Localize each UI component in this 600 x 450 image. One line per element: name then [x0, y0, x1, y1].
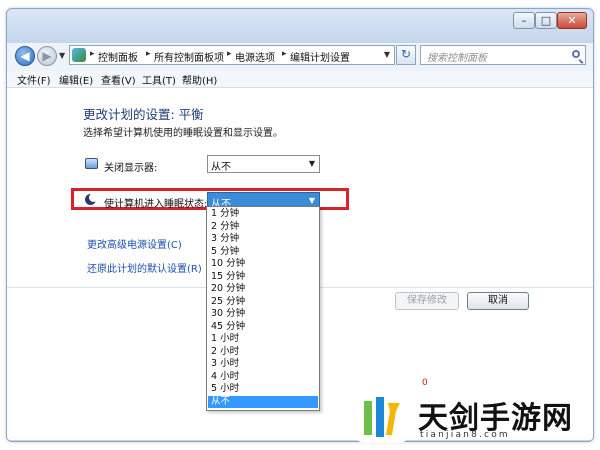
page-subtitle: 选择希望计算机使用的睡眠设置和显示设置。	[83, 128, 283, 139]
close-button[interactable]: ✕	[557, 12, 587, 29]
display-off-value: 从不	[211, 162, 231, 173]
dropdown-option[interactable]: 20 分钟	[208, 283, 318, 296]
advanced-power-settings-link[interactable]: 更改高级电源设置(C)	[87, 236, 182, 251]
chevron-down-icon: ▼	[308, 159, 315, 168]
back-button[interactable]: ◀	[15, 46, 35, 66]
breadcrumb-separator[interactable]: ▸	[90, 49, 95, 59]
menu-help[interactable]: 帮助(H)	[182, 72, 217, 87]
dropdown-option[interactable]: 5 小时	[208, 383, 318, 396]
dropdown-option[interactable]: 1 分钟	[208, 208, 318, 221]
display-off-label: 关闭显示器:	[104, 163, 158, 174]
dropdown-option[interactable]: 30 分钟	[208, 308, 318, 321]
display-off-select[interactable]: 从不 ▼	[207, 155, 320, 173]
refresh-button[interactable]: ↻	[396, 45, 416, 65]
save-button[interactable]: 保存修改	[395, 292, 459, 310]
search-box[interactable]: 搜索控制面板	[420, 45, 586, 65]
dropdown-option[interactable]: 3 小时	[208, 358, 318, 371]
maximize-button[interactable]: □	[535, 12, 557, 29]
menu-bar: 文件(F) 编辑(E) 查看(V) 工具(T) 帮助(H)	[7, 71, 593, 88]
breadcrumb-power-options[interactable]: 电源选项	[235, 49, 275, 64]
restore-defaults-link[interactable]: 还原此计划的默认设置(R)	[87, 260, 202, 275]
menu-view[interactable]: 查看(V)	[101, 72, 136, 87]
sleep-moon-icon	[85, 193, 98, 205]
breadcrumb-all-items[interactable]: 所有控制面板项	[154, 49, 224, 64]
dropdown-option[interactable]: 10 分钟	[208, 258, 318, 271]
dropdown-option[interactable]: 1 小时	[208, 333, 318, 346]
watermark-url: tianjian8.com	[420, 430, 510, 440]
forward-button[interactable]: ▶	[37, 46, 57, 66]
title-bar: – □ ✕	[7, 9, 593, 43]
watermark-logo-icon	[356, 391, 408, 443]
page-title: 更改计划的设置: 平衡	[83, 107, 204, 122]
cancel-button[interactable]: 取消	[467, 292, 529, 310]
dropdown-option[interactable]: 5 分钟	[208, 246, 318, 259]
dropdown-option[interactable]: 25 分钟	[208, 296, 318, 309]
chevron-down-icon: ▼	[308, 196, 315, 205]
menu-edit[interactable]: 编辑(E)	[59, 72, 93, 87]
monitor-icon	[85, 158, 98, 169]
watermark: 0 天剑手游网 tianjian8.com	[350, 378, 600, 450]
search-icon[interactable]	[572, 50, 580, 58]
breadcrumb-separator[interactable]: ▸	[146, 49, 151, 59]
breadcrumb-separator[interactable]: ▸	[282, 49, 287, 59]
dropdown-option[interactable]: 2 分钟	[208, 221, 318, 234]
control-panel-icon	[72, 48, 86, 62]
minimize-button[interactable]: –	[513, 12, 535, 29]
address-bar[interactable]: ▸ 控制面板 ▸ 所有控制面板项 ▸ 电源选项 ▸ 编辑计划设置 ▼	[69, 45, 395, 65]
search-input[interactable]: 搜索控制面板	[427, 49, 487, 64]
dropdown-option[interactable]: 45 分钟	[208, 321, 318, 334]
address-dropdown-icon[interactable]: ▼	[384, 50, 390, 59]
dropdown-option[interactable]: 2 小时	[208, 346, 318, 359]
sleep-label: 使计算机进入睡眠状态:	[104, 199, 208, 210]
dropdown-option[interactable]: 3 分钟	[208, 233, 318, 246]
history-dropdown-icon[interactable]: ▼	[59, 51, 65, 60]
breadcrumb-control-panel[interactable]: 控制面板	[98, 49, 138, 64]
watermark-mark: 0	[422, 378, 428, 388]
menu-tools[interactable]: 工具(T)	[142, 72, 176, 87]
dropdown-option[interactable]: 4 小时	[208, 371, 318, 384]
menu-file[interactable]: 文件(F)	[17, 72, 51, 87]
dropdown-option-selected[interactable]: 从不	[208, 395, 318, 408]
breadcrumb-separator[interactable]: ▸	[227, 49, 232, 59]
sleep-dropdown-list[interactable]: 1 分钟 2 分钟 3 分钟 5 分钟 10 分钟 15 分钟 20 分钟 25…	[206, 206, 320, 411]
breadcrumb-edit-plan[interactable]: 编辑计划设置	[290, 49, 350, 64]
dropdown-option[interactable]: 15 分钟	[208, 271, 318, 284]
